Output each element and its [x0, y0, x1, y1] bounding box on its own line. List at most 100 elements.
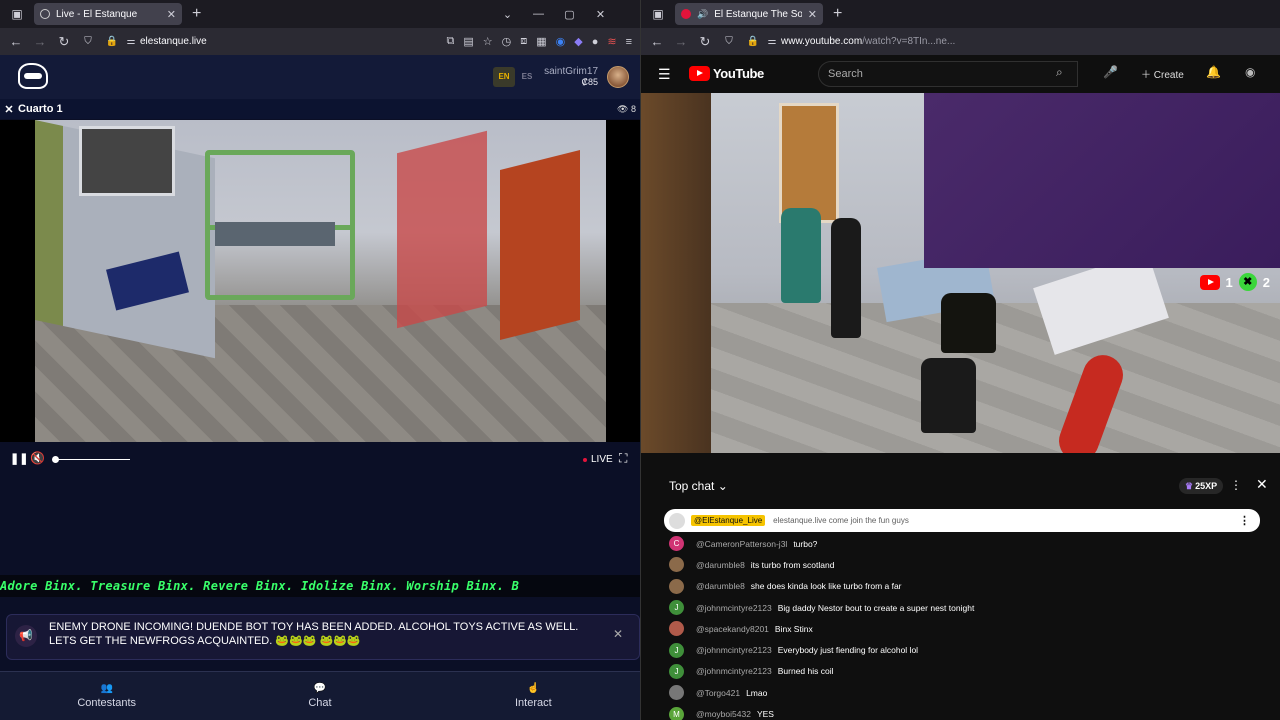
microphone-icon[interactable]: 🎤	[1103, 65, 1118, 79]
muted-speaker-icon[interactable]: 🔇	[30, 451, 45, 465]
close-window-icon[interactable]: ✕	[585, 8, 616, 21]
top-chat-dropdown[interactable]: Top chat ⌄	[669, 479, 728, 493]
account-avatar-icon[interactable]: ◉	[1245, 65, 1255, 79]
search-icon[interactable]: ⌕	[1056, 65, 1063, 80]
youtube-logo[interactable]: YouTube	[689, 66, 764, 81]
tab-live-el-estanque[interactable]: Live - El Estanque ✕	[34, 3, 182, 25]
close-tab-icon[interactable]: ✕	[167, 8, 176, 21]
maximize-icon[interactable]: ▢	[554, 8, 585, 21]
picture-in-picture-icon[interactable]: ⧉	[446, 35, 454, 48]
chat-text: turbo?	[793, 538, 818, 549]
chat-header: Top chat ⌄ ♛ 25XP ⋮ ✕	[653, 469, 1268, 501]
close-announcement-icon[interactable]: ✕	[613, 627, 623, 641]
extensions-icon[interactable]: ⧈	[520, 35, 527, 48]
volume-slider[interactable]	[52, 456, 130, 463]
youtube-header: ☰ YouTube Search ⌕ 🎤 ＋ Create 🔔 ◉	[641, 55, 1280, 93]
username: saintGrim17	[544, 66, 598, 77]
create-button[interactable]: ＋ Create	[1141, 66, 1184, 81]
chat-message: J @johnmcintyre2123 Burned his coil	[669, 661, 1259, 682]
search-input[interactable]: Search	[818, 61, 1078, 87]
tab-list-chevron-icon[interactable]: ⌄	[492, 8, 523, 21]
room-bar: ✕ Cuarto 1 👁 8	[0, 99, 640, 119]
back-icon[interactable]: ←	[4, 34, 28, 49]
tab-overview-icon[interactable]: ▣	[641, 7, 675, 21]
forward-icon[interactable]: →	[28, 34, 52, 49]
chat-author[interactable]: @Torgo421	[696, 688, 740, 698]
tab-overview-icon[interactable]: ▣	[0, 7, 34, 21]
back-icon[interactable]: ←	[645, 34, 669, 49]
reload-icon[interactable]: ↻	[52, 34, 76, 50]
chat-text: Lmao	[746, 687, 768, 698]
youtube-video-player[interactable]: 1 ✖ 2	[641, 93, 1280, 453]
chat-author[interactable]: @CameronPatterson-j3l	[696, 539, 787, 549]
permissions-icon[interactable]: ⚌	[765, 36, 779, 47]
extension-red-icon[interactable]: ≋	[607, 35, 616, 48]
avatar[interactable]	[607, 66, 629, 88]
xp-badge[interactable]: ♛ 25XP	[1179, 478, 1224, 494]
chat-author[interactable]: @darumble8	[696, 560, 745, 570]
forward-icon[interactable]: →	[669, 34, 693, 49]
language-es-button[interactable]: ES	[516, 67, 538, 87]
shield-icon[interactable]: ⛉	[717, 36, 741, 47]
chat-message-list: C @CameronPatterson-j3l turbo? @darumble8 i…	[669, 533, 1259, 720]
notifications-bell-icon[interactable]: 🔔	[1206, 65, 1221, 79]
chat-author[interactable]: @darumble8	[696, 581, 745, 591]
language-en-button[interactable]: EN	[493, 67, 515, 87]
chat-message: @spacekandy8201 Binx Stinx	[669, 618, 1259, 639]
extension-icon[interactable]: ▦	[536, 35, 546, 48]
el-estanque-logo[interactable]	[18, 63, 48, 89]
chat-author[interactable]: @moyboi5432	[696, 709, 751, 719]
nav-chat[interactable]: 💬 Chat	[213, 672, 426, 720]
reader-icon[interactable]: ▤	[463, 35, 473, 48]
extension-blue-icon[interactable]: ◉	[556, 35, 566, 48]
close-tab-icon[interactable]: ✕	[808, 8, 817, 21]
toolbar-icons: ⧉ ▤ ☆ ◷ ⧈ ▦ ◉ ◆ ● ≋ ≡	[446, 28, 632, 55]
chat-author[interactable]: @johnmcintyre2123	[696, 645, 772, 655]
shield-icon[interactable]: ⛉	[76, 36, 100, 47]
announcement-banner: 📢 ENEMY DRONE INCOMING! DUENDE BOT TOY H…	[6, 614, 640, 660]
menu-icon[interactable]: ≡	[626, 36, 632, 48]
reload-icon[interactable]: ↻	[693, 34, 717, 50]
avatar	[669, 578, 684, 594]
room-title: Cuarto 1	[18, 103, 63, 115]
youtube-counter-icon	[1199, 274, 1220, 290]
pinned-message[interactable]: @ElEstanque_Live elestanque.live come jo…	[664, 509, 1260, 532]
account-icon[interactable]: ●	[592, 36, 599, 48]
fullscreen-icon[interactable]: ⛶	[619, 451, 627, 466]
hamburger-menu-icon[interactable]: ☰	[658, 66, 671, 83]
close-room-icon[interactable]: ✕	[0, 103, 18, 116]
chat-author[interactable]: @johnmcintyre2123	[696, 603, 772, 613]
pause-icon[interactable]: ❚❚	[10, 452, 28, 465]
address-bar[interactable]: elestanque.live	[140, 36, 207, 47]
user-info[interactable]: saintGrim17 ₡85	[540, 66, 598, 87]
history-icon[interactable]: ◷	[502, 35, 512, 48]
new-tab-icon[interactable]: +	[192, 5, 201, 23]
speaker-icon[interactable]: 🔊	[697, 9, 708, 20]
address-bar[interactable]: www.youtube.com/watch?v=8TIn...ne...	[781, 36, 955, 47]
chat-text: YES	[756, 709, 774, 720]
viewer-count: 👁 8	[617, 103, 636, 114]
more-options-icon[interactable]: ⋮	[1230, 478, 1242, 492]
avatar	[669, 685, 684, 701]
pinned-more-icon[interactable]: ⋮	[1239, 514, 1250, 527]
close-chat-icon[interactable]: ✕	[1256, 476, 1268, 493]
announcement-text: ENEMY DRONE INCOMING! DUENDE BOT TOY HAS…	[49, 621, 579, 647]
lock-icon[interactable]: 🔒	[100, 36, 124, 47]
minimize-icon[interactable]: —	[523, 8, 554, 20]
room-video-player[interactable]	[0, 120, 640, 442]
right-nav-bar: ← → ↻ ⛉ 🔒 ⚌ www.youtube.com/watch?v=8TIn…	[641, 28, 1280, 55]
extension-purple-icon[interactable]: ◆	[574, 35, 582, 48]
nav-interact[interactable]: ☝ Interact	[427, 672, 640, 720]
chat-author[interactable]: @johnmcintyre2123	[696, 666, 772, 676]
avatar: J	[669, 600, 684, 616]
nav-contestants[interactable]: 👥 Contestants	[0, 672, 213, 720]
bookmark-star-icon[interactable]: ☆	[483, 35, 493, 48]
tab-el-estanque-youtube[interactable]: 🔊 El Estanque The Social Exp ✕	[675, 3, 823, 25]
permissions-icon[interactable]: ⚌	[124, 36, 138, 47]
new-tab-icon[interactable]: +	[833, 5, 842, 23]
crown-icon: ♛	[1185, 481, 1194, 491]
chat-message: @darumble8 she does kinda look like turbo…	[669, 576, 1259, 597]
chat-author[interactable]: @spacekandy8201	[696, 624, 769, 634]
lock-icon[interactable]: 🔒	[741, 36, 765, 47]
video-controls: ❚❚ 🔇 LIVE ⛶	[0, 448, 640, 472]
